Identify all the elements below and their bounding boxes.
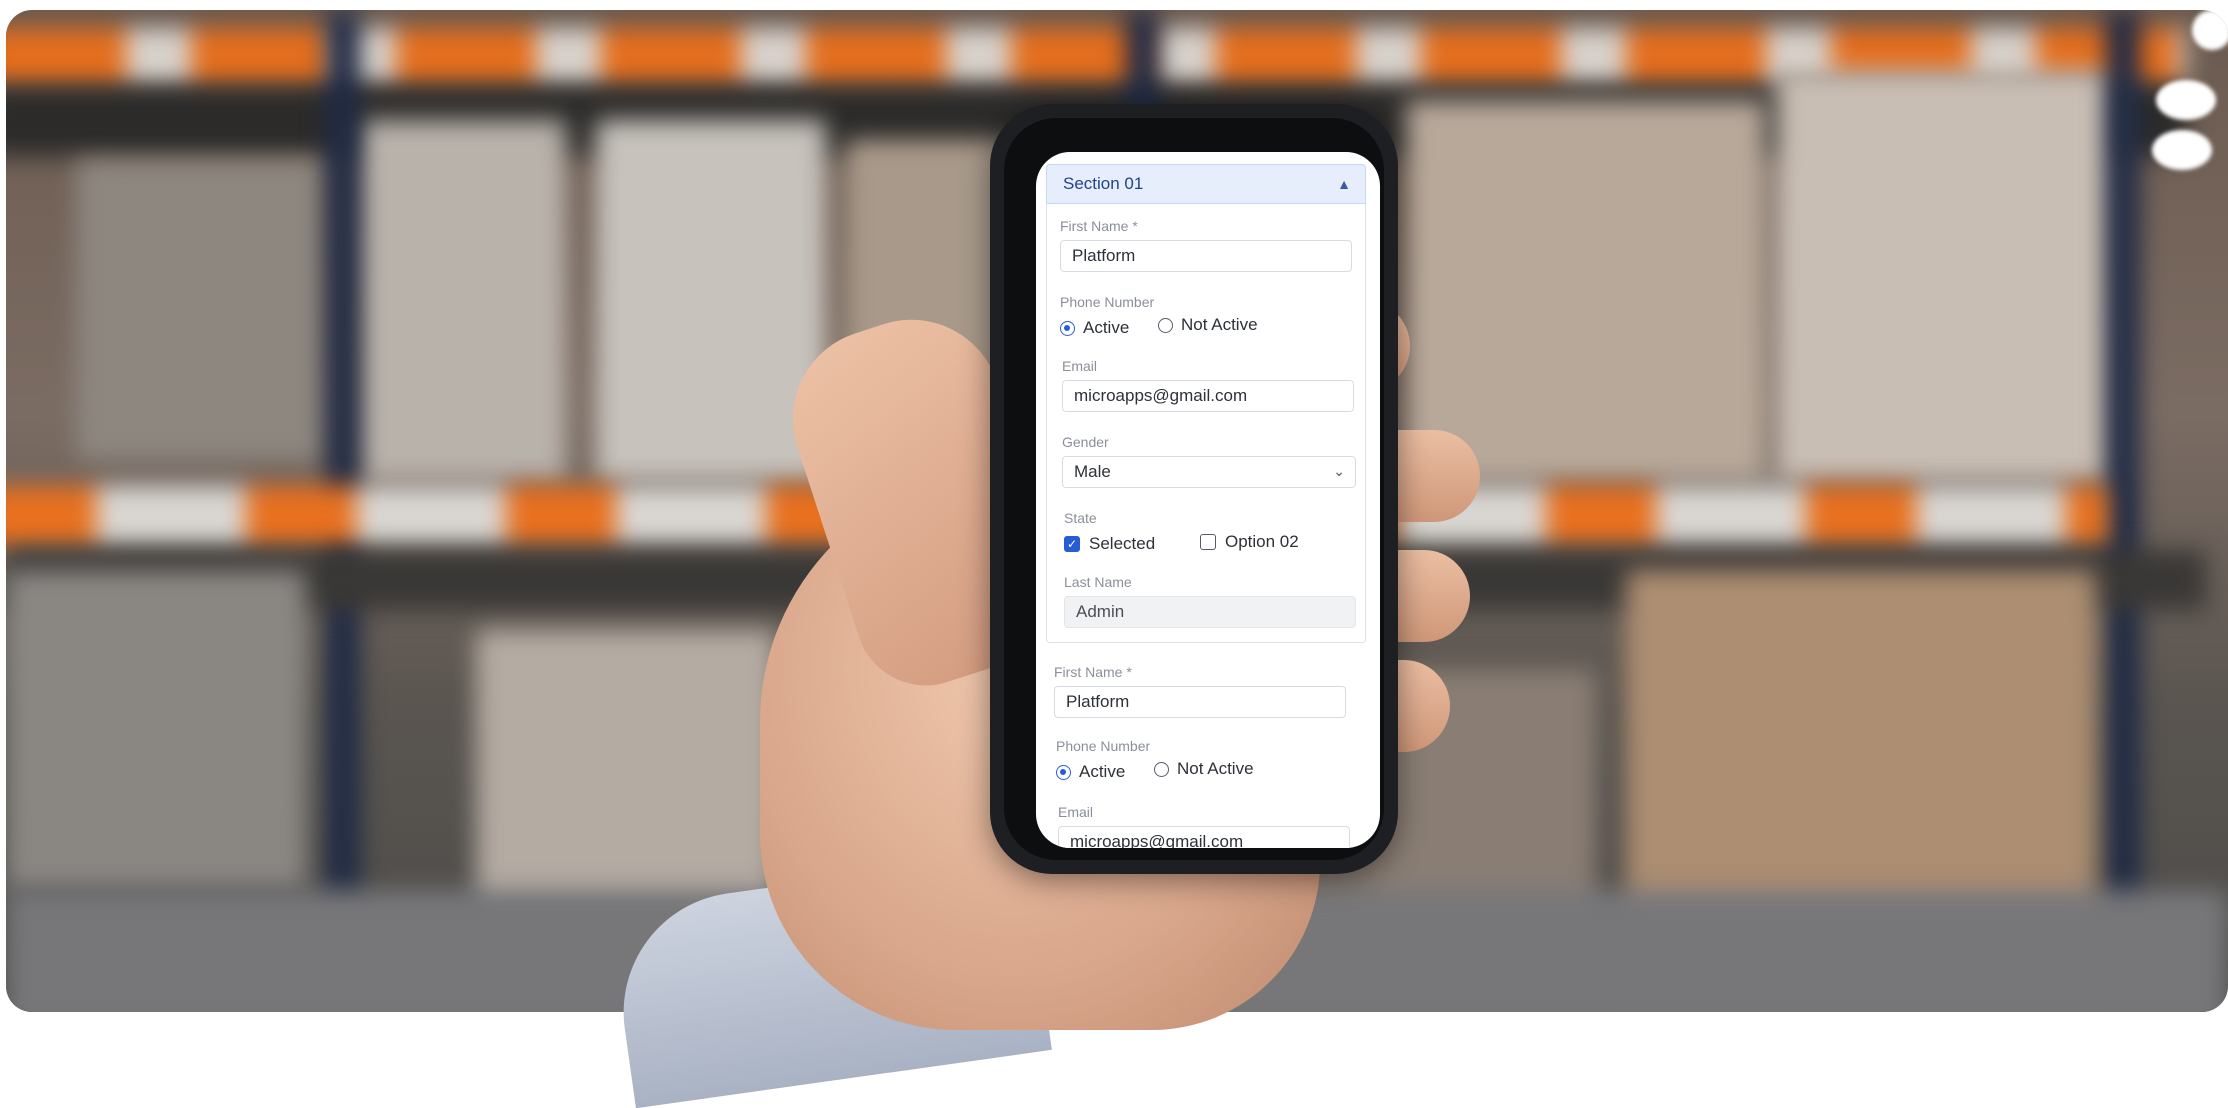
section-title: Section 01 — [1063, 174, 1144, 193]
radio-active[interactable]: Active — [1056, 762, 1125, 782]
radio-unchecked-icon — [1154, 761, 1169, 777]
chevron-up-icon[interactable]: ▲ — [1337, 176, 1351, 192]
radio-not-active-label: Not Active — [1181, 315, 1258, 334]
last-name-value: Admin — [1076, 602, 1125, 621]
radio-not-active-label: Not Active — [1177, 759, 1254, 778]
first-name-label: First Name * — [1060, 218, 1138, 234]
gender-select[interactable]: Male ⌄ — [1062, 456, 1356, 488]
smartphone: Section 01 ▲ First Name * Platform Phone… — [990, 104, 1398, 874]
radio-active-label: Active — [1079, 762, 1126, 781]
checkbox-empty-icon — [1200, 534, 1216, 550]
radio-not-active[interactable]: Not Active — [1158, 315, 1258, 335]
phone-number-label: Phone Number — [1056, 738, 1151, 754]
checkmark-icon: ✓ — [1064, 536, 1080, 552]
email-value: microapps@gmail.com — [1074, 386, 1248, 405]
section-header[interactable]: Section 01 ▲ — [1046, 164, 1366, 204]
email-input[interactable]: microapps@gmail.com — [1058, 826, 1350, 848]
radio-active[interactable]: Active — [1060, 318, 1129, 338]
checkbox-selected[interactable]: ✓ Selected — [1064, 534, 1155, 554]
checkbox-option-02[interactable]: Option 02 — [1200, 532, 1299, 552]
first-name-input[interactable]: Platform — [1060, 240, 1352, 272]
last-name-input: Admin — [1064, 596, 1356, 628]
radio-checked-icon — [1060, 320, 1075, 336]
chevron-down-icon: ⌄ — [1333, 463, 1345, 479]
radio-not-active[interactable]: Not Active — [1154, 759, 1254, 779]
first-name-value: Platform — [1066, 692, 1130, 711]
first-name-value: Platform — [1072, 246, 1136, 265]
first-name-label: First Name * — [1054, 664, 1132, 680]
email-label: Email — [1062, 358, 1098, 374]
radio-unchecked-icon — [1158, 317, 1173, 333]
phone-screen: Section 01 ▲ First Name * Platform Phone… — [1036, 152, 1380, 848]
state-label: State — [1064, 510, 1097, 526]
radio-active-label: Active — [1083, 318, 1130, 337]
gender-value: Male — [1074, 462, 1111, 481]
email-input[interactable]: microapps@gmail.com — [1062, 380, 1354, 412]
checkbox-option-02-label: Option 02 — [1225, 532, 1299, 551]
first-name-input[interactable]: Platform — [1054, 686, 1346, 718]
email-value: microapps@gmail.com — [1070, 832, 1244, 848]
checkbox-selected-label: Selected — [1089, 534, 1156, 553]
last-name-label: Last Name — [1064, 574, 1132, 590]
gender-label: Gender — [1062, 434, 1109, 450]
radio-checked-icon — [1056, 764, 1071, 780]
phone-number-label: Phone Number — [1060, 294, 1155, 310]
email-label: Email — [1058, 804, 1094, 820]
